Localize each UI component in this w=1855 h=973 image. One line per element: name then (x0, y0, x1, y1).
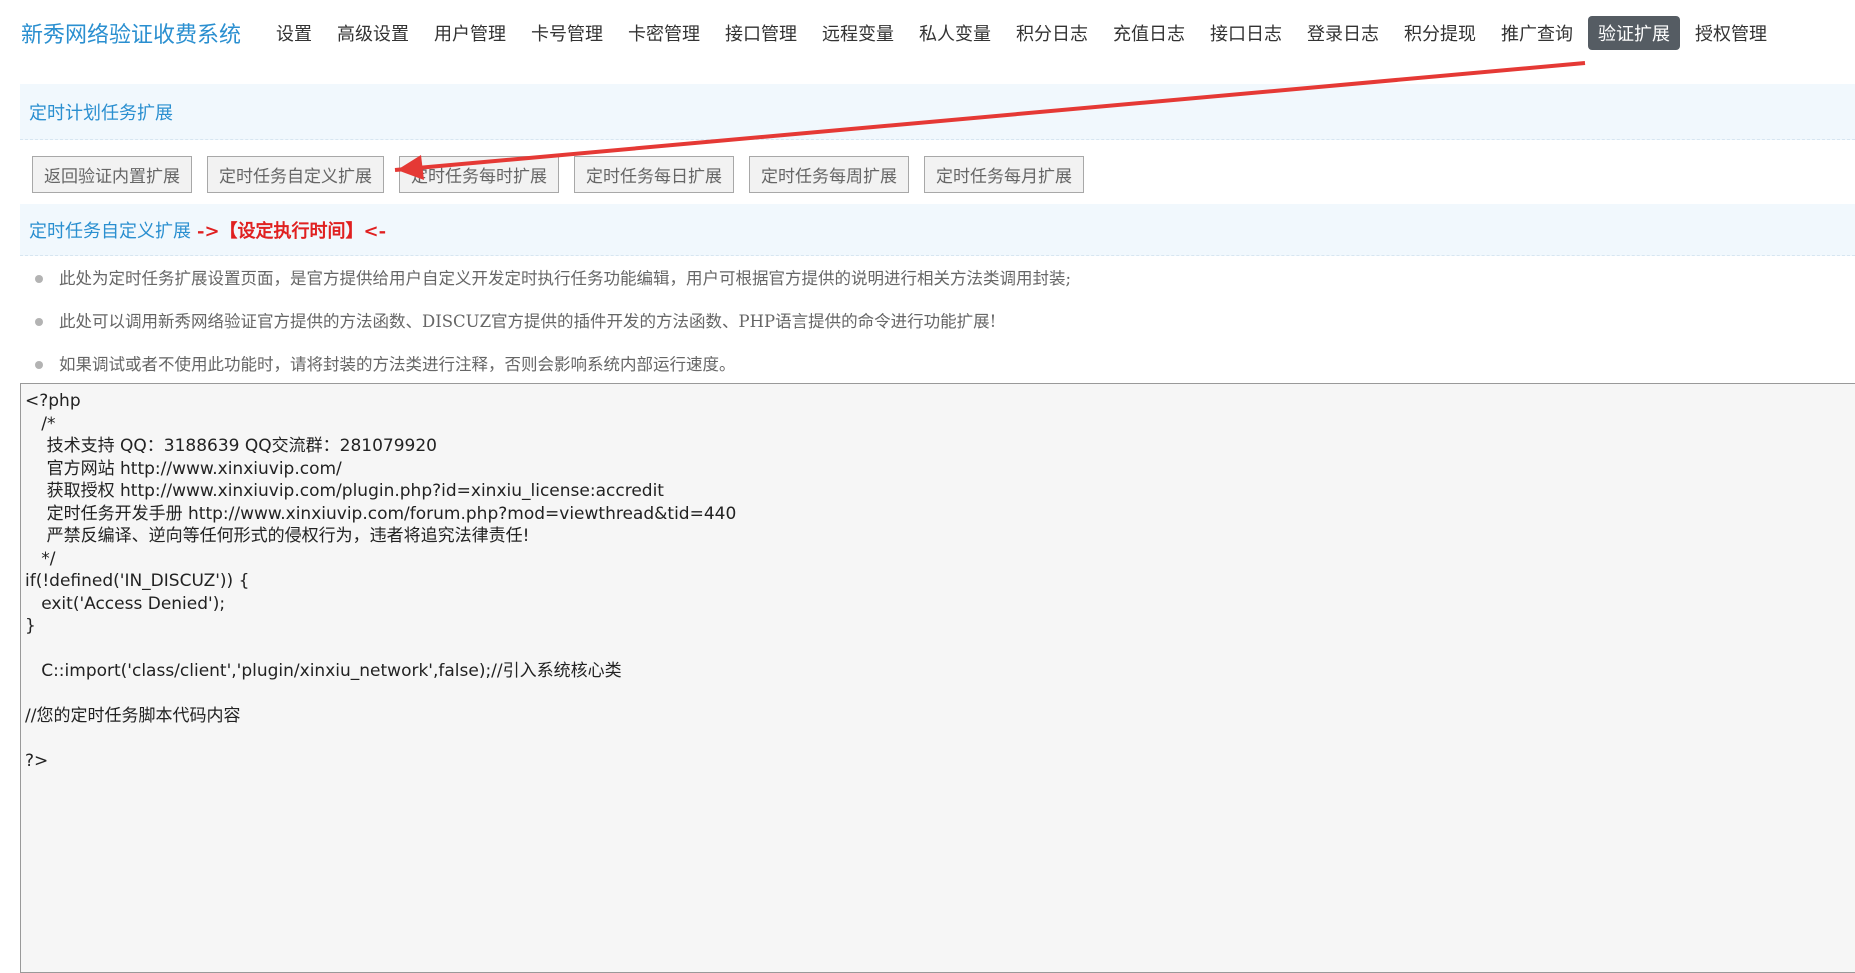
nav-item-4[interactable]: 卡密管理 (618, 16, 710, 50)
nav-item-13[interactable]: 推广查询 (1491, 16, 1583, 50)
section-header: 定时计划任务扩展 (20, 84, 1855, 140)
code-editor[interactable]: <?php /* 技术支持 QQ：3188639 QQ交流群：281079920… (20, 383, 1855, 973)
bullet-icon (35, 361, 43, 369)
notes-list: 此处为定时任务扩展设置页面，是官方提供给用户自定义开发定时执行任务功能编辑，用户… (30, 262, 1071, 391)
tab-button-0[interactable]: 返回验证内置扩展 (32, 156, 192, 193)
top-navigation: 新秀网络验证收费系统 设置 高级设置 用户管理 卡号管理 卡密管理 接口管理 远程变量 私人变… (0, 0, 1855, 66)
nav-item-10[interactable]: 接口日志 (1200, 16, 1292, 50)
brand-title[interactable]: 新秀网络验证收费系统 (21, 17, 241, 49)
main-nav: 设置 高级设置 用户管理 卡号管理 卡密管理 接口管理 远程变量 私人变量 积分日志 充值日志 接口… (266, 16, 1782, 50)
subsection-accent: ->【设定执行时间】<- (197, 220, 387, 242)
note-text: 此处可以调用新秀网络验证官方提供的方法函数、DISCUZ官方提供的插件开发的方法… (59, 312, 997, 331)
note-item: 此处为定时任务扩展设置页面，是官方提供给用户自定义开发定时执行任务功能编辑，用户… (30, 262, 1071, 305)
extension-tab-buttons: 返回验证内置扩展 定时任务自定义扩展 定时任务每时扩展 定时任务每日扩展 定时任务每周扩… (32, 156, 1099, 193)
nav-item-14[interactable]: 验证扩展 (1588, 16, 1681, 50)
tab-button-3[interactable]: 定时任务每日扩展 (574, 156, 734, 193)
nav-item-15[interactable]: 授权管理 (1685, 16, 1777, 50)
section-title: 定时计划任务扩展 (29, 102, 173, 124)
nav-item-8[interactable]: 积分日志 (1006, 16, 1098, 50)
note-text: 此处为定时任务扩展设置页面，是官方提供给用户自定义开发定时执行任务功能编辑，用户… (59, 269, 1072, 288)
note-text: 如果调试或者不使用此功能时，请将封装的方法类进行注释，否则会影响系统内部运行速度… (59, 355, 736, 374)
nav-item-12[interactable]: 积分提现 (1394, 16, 1486, 50)
tab-button-1[interactable]: 定时任务自定义扩展 (207, 156, 384, 193)
code-content[interactable]: <?php /* 技术支持 QQ：3188639 QQ交流群：281079920… (25, 390, 1855, 773)
tab-button-4[interactable]: 定时任务每周扩展 (749, 156, 909, 193)
nav-item-5[interactable]: 接口管理 (715, 16, 807, 50)
nav-item-1[interactable]: 高级设置 (327, 16, 419, 50)
nav-item-11[interactable]: 登录日志 (1297, 16, 1389, 50)
nav-item-9[interactable]: 充值日志 (1103, 16, 1195, 50)
tab-button-2[interactable]: 定时任务每时扩展 (399, 156, 559, 193)
subsection-title: 定时任务自定义扩展 (29, 220, 191, 242)
nav-item-2[interactable]: 用户管理 (424, 16, 516, 50)
tab-button-5[interactable]: 定时任务每月扩展 (924, 156, 1084, 193)
nav-item-6[interactable]: 远程变量 (812, 16, 904, 50)
nav-item-0[interactable]: 设置 (266, 16, 322, 50)
bullet-icon (35, 275, 43, 283)
bullet-icon (35, 318, 43, 326)
note-item: 此处可以调用新秀网络验证官方提供的方法函数、DISCUZ官方提供的插件开发的方法… (30, 305, 1071, 348)
subsection-header: 定时任务自定义扩展 ->【设定执行时间】<- (20, 204, 1855, 256)
nav-item-3[interactable]: 卡号管理 (521, 16, 613, 50)
nav-item-7[interactable]: 私人变量 (909, 16, 1001, 50)
